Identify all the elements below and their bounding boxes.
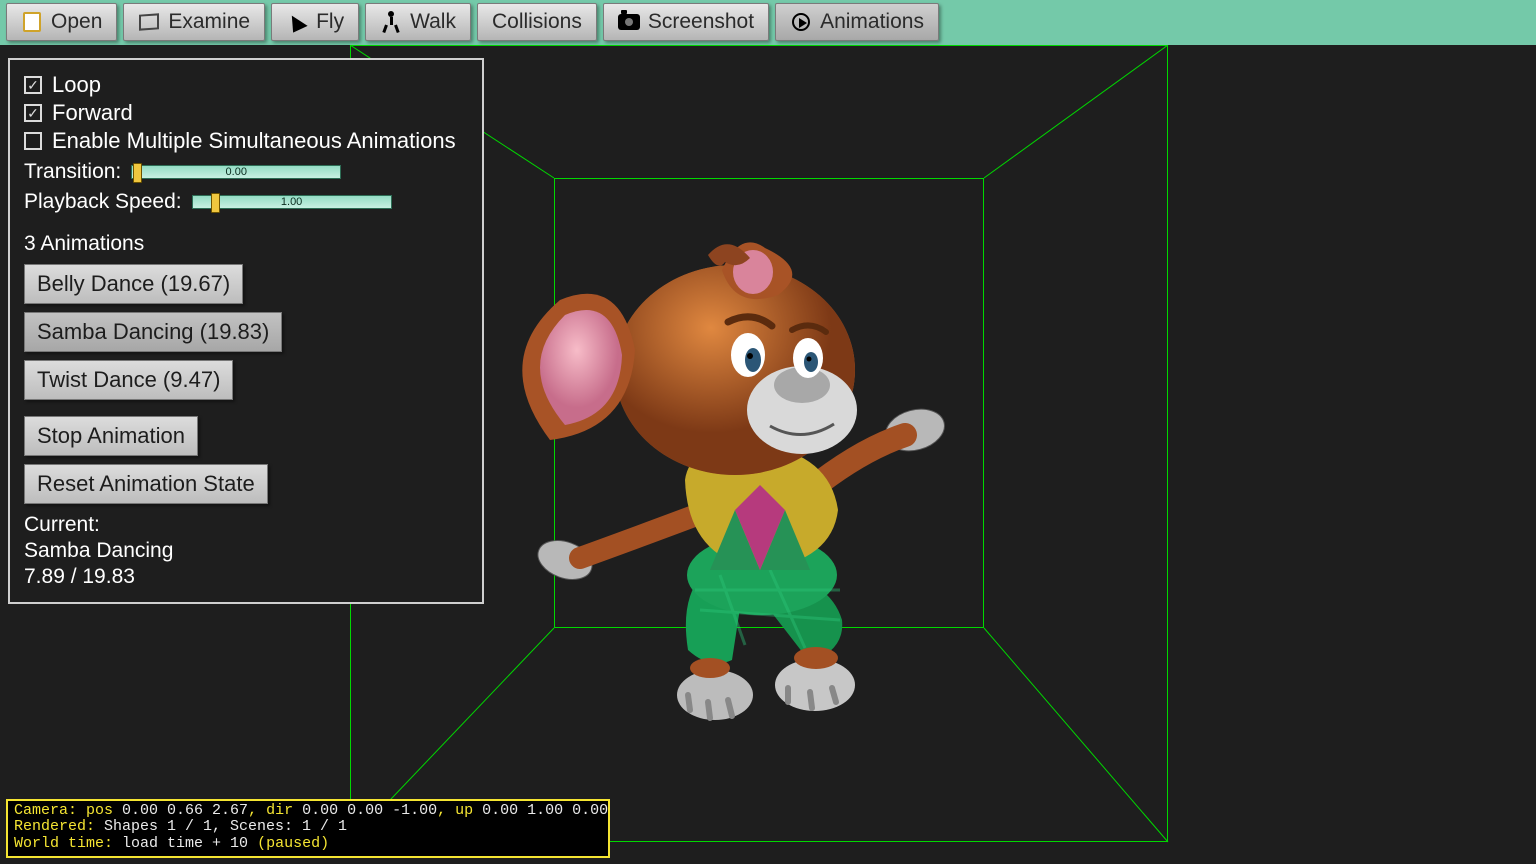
transition-slider[interactable]: 0.00 (131, 165, 341, 179)
animation-item-belly-dance[interactable]: Belly Dance (19.67) (24, 264, 243, 304)
speed-slider-handle[interactable] (211, 193, 220, 213)
screenshot-button[interactable]: Screenshot (603, 3, 769, 41)
paused-label: (paused) (257, 835, 329, 852)
walk-label: Walk (410, 10, 456, 34)
current-animation-status: Current: Samba Dancing 7.89 / 19.83 (24, 512, 468, 590)
loop-checkbox[interactable]: ✓ (24, 76, 42, 94)
world-value: load time + 10 (122, 835, 257, 852)
multi-checkbox[interactable] (24, 132, 42, 150)
transition-slider-handle[interactable] (133, 163, 142, 183)
animations-label: Animations (820, 10, 924, 34)
bounding-box-inner (554, 178, 984, 628)
current-label: Current: (24, 512, 468, 538)
collisions-button[interactable]: Collisions (477, 3, 597, 41)
loop-row[interactable]: ✓ Loop (24, 72, 468, 98)
speed-row: Playback Speed: 1.00 (24, 190, 468, 214)
examine-button[interactable]: Examine (123, 3, 265, 41)
camera-label: Camera: pos (14, 802, 122, 819)
transition-row: Transition: 0.00 (24, 160, 468, 184)
speed-slider[interactable]: 1.00 (192, 195, 392, 209)
rendered-value: Shapes 1 / 1, Scenes: 1 / 1 (104, 818, 347, 835)
walk-button[interactable]: Walk (365, 3, 471, 41)
animations-count: 3 Animations (24, 232, 468, 256)
current-time: 7.89 / 19.83 (24, 564, 468, 590)
transition-value: 0.00 (226, 166, 247, 178)
multi-row[interactable]: Enable Multiple Simultaneous Animations (24, 128, 468, 154)
walk-icon (380, 11, 402, 33)
status-bar: Camera: pos 0.00 0.66 2.67, dir 0.00 0.0… (6, 799, 610, 858)
up-label: , up (437, 802, 482, 819)
speed-label: Playback Speed: (24, 190, 182, 214)
bird-icon (286, 11, 308, 33)
forward-row[interactable]: ✓ Forward (24, 100, 468, 126)
animations-button[interactable]: Animations (775, 3, 939, 41)
current-name: Samba Dancing (24, 538, 468, 564)
fly-label: Fly (316, 10, 344, 34)
reset-animation-button[interactable]: Reset Animation State (24, 464, 268, 504)
fly-button[interactable]: Fly (271, 3, 359, 41)
multi-label: Enable Multiple Simultaneous Animations (52, 128, 456, 154)
character-model (510, 240, 1010, 760)
camera-dir: 0.00 0.00 -1.00 (302, 802, 437, 819)
box-icon (138, 11, 160, 33)
animation-item-twist[interactable]: Twist Dance (9.47) (24, 360, 233, 400)
forward-label: Forward (52, 100, 133, 126)
camera-pos: 0.00 0.66 2.67 (122, 802, 248, 819)
document-icon (21, 11, 43, 33)
animation-panel: ✓ Loop ✓ Forward Enable Multiple Simulta… (8, 58, 484, 604)
forward-checkbox[interactable]: ✓ (24, 104, 42, 122)
collisions-label: Collisions (492, 10, 582, 34)
stop-animation-button[interactable]: Stop Animation (24, 416, 198, 456)
transition-label: Transition: (24, 160, 121, 184)
play-icon (790, 11, 812, 33)
screenshot-label: Screenshot (648, 10, 754, 34)
animation-item-samba[interactable]: Samba Dancing (19.83) (24, 312, 282, 352)
camera-icon (618, 11, 640, 33)
examine-label: Examine (168, 10, 250, 34)
open-button[interactable]: Open (6, 3, 117, 41)
camera-up: 0.00 1.00 0.00 (482, 802, 608, 819)
main-toolbar: Open Examine Fly Walk Collisions Screens… (0, 0, 1536, 45)
loop-label: Loop (52, 72, 101, 98)
rendered-label: Rendered: (14, 818, 104, 835)
open-label: Open (51, 10, 102, 34)
world-label: World time: (14, 835, 122, 852)
speed-value: 1.00 (281, 196, 302, 208)
dir-label: , dir (248, 802, 302, 819)
